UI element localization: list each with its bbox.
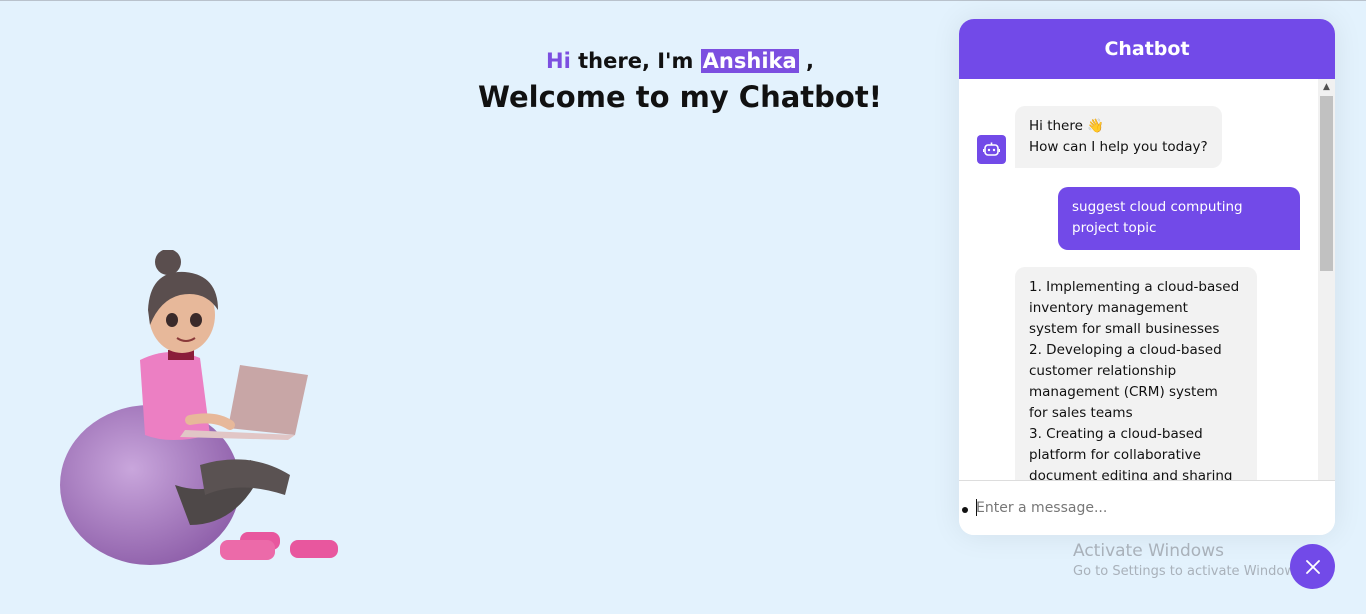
watermark-title: Activate Windows [1073,541,1224,561]
greeting-name: Anshika [700,49,799,73]
greeting-hi: Hi [546,49,571,73]
watermark-subtitle: Go to Settings to activate Windows. [1073,564,1306,579]
hero-greeting: Hi there, I'm Anshika , [430,44,930,78]
chat-input-area [959,480,1335,535]
bot-message: Hi there 👋 How can I help you today? [1015,106,1222,168]
greeting-end: , [798,49,814,73]
bot-message: 1. Implementing a cloud-based inventory … [1015,267,1257,481]
close-chat-button[interactable] [1290,544,1335,589]
activate-windows-watermark: Activate Windows Go to Settings to activ… [1073,540,1306,582]
message-input[interactable] [976,493,1306,523]
chatbot-window: Chatbot Hi there 👋 How can I help you to… [959,19,1335,535]
chatbot-header: Chatbot [959,19,1335,79]
scroll-up-arrow-icon[interactable]: ▲ [1318,79,1335,96]
scroll-thumb[interactable] [1320,96,1333,271]
hero-heading: Hi there, I'm Anshika , Welcome to my Ch… [430,44,930,114]
robot-icon [977,135,1006,164]
user-message: suggest cloud computing project topic [1058,187,1300,250]
bullet-dot [962,507,968,513]
close-icon [1305,559,1320,574]
chat-scrollbar[interactable]: ▲ [1318,79,1335,481]
girl-with-laptop-illustration [60,250,338,565]
chat-messages[interactable]: Hi there 👋 How can I help you today? sug… [959,79,1335,481]
top-border [0,0,1366,1]
text-caret [976,499,977,516]
greeting-text: there, I'm [570,49,701,73]
welcome-title: Welcome to my Chatbot! [478,80,882,114]
